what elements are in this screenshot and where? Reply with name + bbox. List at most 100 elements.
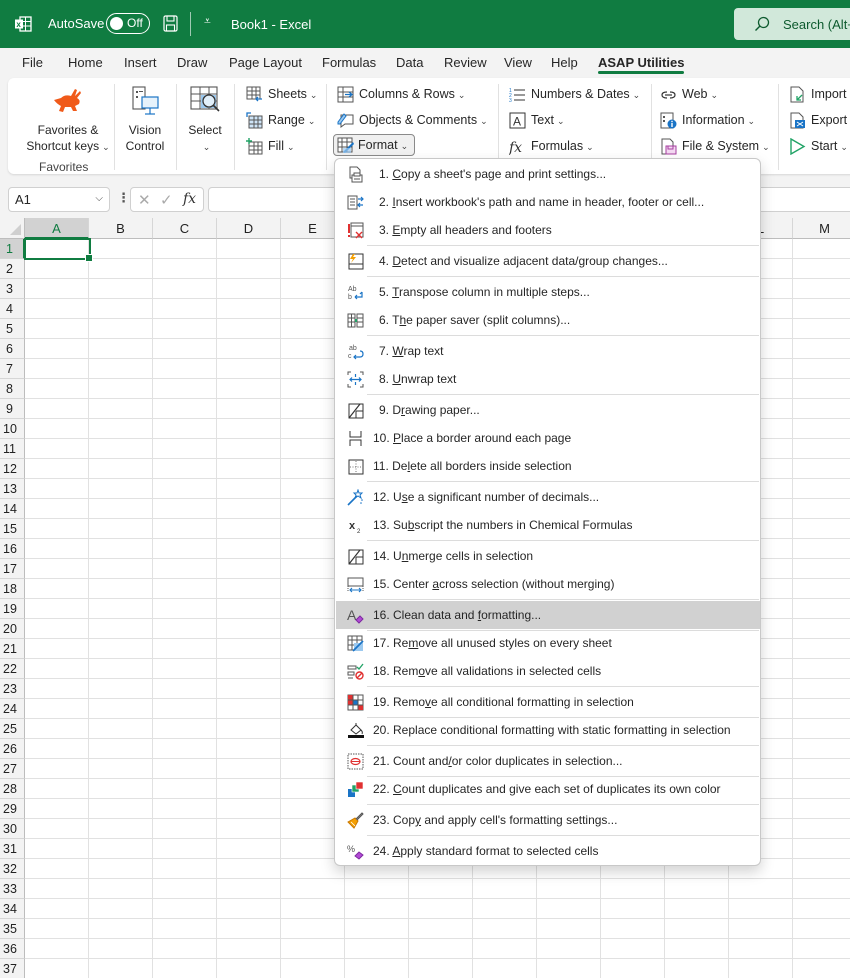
import-button[interactable]: Import⌄: [789, 83, 850, 105]
menu-item-22[interactable]: 22. Count duplicates and give each set o…: [336, 775, 760, 803]
row-header[interactable]: 36: [0, 939, 25, 959]
tab-file[interactable]: File: [22, 55, 43, 70]
row-header[interactable]: 15: [0, 519, 25, 539]
row-header[interactable]: 32: [0, 859, 25, 879]
row-header[interactable]: 10: [0, 419, 25, 439]
menu-item-9[interactable]: 9. Drawing paper...: [336, 396, 760, 424]
insert-function-icon[interactable]: fx: [183, 191, 196, 207]
tab-asap-utilities[interactable]: ASAP Utilities: [598, 55, 685, 74]
information-button[interactable]: Information ⌄: [660, 109, 755, 131]
menu-item-16[interactable]: A 16. Clean data and formatting...: [336, 601, 760, 629]
name-box[interactable]: A1 ⌵: [8, 187, 110, 212]
numbers-dates-button[interactable]: 123 Numbers & Dates ⌄: [509, 83, 640, 105]
file-system-button[interactable]: File & System ⌄: [660, 135, 770, 157]
start-button[interactable]: Start ⌄: [789, 135, 848, 157]
menu-item-24[interactable]: % 24. Apply standard format to selected c…: [336, 837, 760, 865]
row-header[interactable]: 19: [0, 599, 25, 619]
row-header[interactable]: 17: [0, 559, 25, 579]
row-header[interactable]: 20: [0, 619, 25, 639]
tab-draw[interactable]: Draw: [177, 55, 207, 70]
tab-data[interactable]: Data: [396, 55, 423, 70]
menu-item-13[interactable]: x 2 13. Subscript the numbers in Chemical …: [336, 511, 760, 539]
row-header[interactable]: 26: [0, 739, 25, 759]
save-icon[interactable]: [163, 15, 178, 32]
row-header[interactable]: 25: [0, 719, 25, 739]
menu-item-2[interactable]: 2. Insert workbook's path and name in he…: [336, 188, 760, 216]
row-header[interactable]: 28: [0, 779, 25, 799]
menu-item-18[interactable]: 18. Remove all validations in selected c…: [336, 657, 760, 685]
format-button[interactable]: Format ⌄: [333, 134, 416, 156]
row-header[interactable]: 24: [0, 699, 25, 719]
menu-item-8[interactable]: 8. Unwrap text: [336, 365, 760, 393]
select-button[interactable]: Select ⌄: [180, 86, 230, 155]
menu-item-12[interactable]: 12. Use a significant number of decimals…: [336, 483, 760, 511]
range-button[interactable]: Range ⌄: [246, 109, 315, 131]
columns-rows-button[interactable]: Columns & Rows ⌄: [337, 83, 465, 105]
row-header[interactable]: 3: [0, 279, 25, 299]
menu-item-14[interactable]: 14. Unmerge cells in selection: [336, 542, 760, 570]
menu-item-6[interactable]: 6. The paper saver (split columns)...: [336, 306, 760, 334]
more-options-icon[interactable]: ⋮: [117, 190, 130, 206]
objects-comments-button[interactable]: Objects & Comments ⌄: [337, 109, 488, 131]
column-header[interactable]: M: [793, 218, 850, 239]
autosave-toggle[interactable]: Off: [106, 13, 150, 34]
tab-help[interactable]: Help: [551, 55, 578, 70]
column-header[interactable]: B: [89, 218, 153, 239]
vision-control-button[interactable]: Vision Control: [118, 86, 172, 154]
row-header[interactable]: 8: [0, 379, 25, 399]
tab-page-layout[interactable]: Page Layout: [229, 55, 302, 70]
row-header[interactable]: 16: [0, 539, 25, 559]
search-box[interactable]: Search (Alt+Q): [734, 8, 850, 40]
text-button[interactable]: A Text ⌄: [509, 109, 564, 131]
column-header[interactable]: A: [25, 218, 89, 239]
row-header[interactable]: 18: [0, 579, 25, 599]
sheets-button[interactable]: Sheets ⌄: [246, 83, 317, 105]
row-header[interactable]: 2: [0, 259, 25, 279]
tab-home[interactable]: Home: [68, 55, 103, 70]
chevron-down-icon[interactable]: ⌵: [95, 193, 103, 204]
cancel-icon[interactable]: ✕: [138, 191, 151, 209]
row-header[interactable]: 37: [0, 959, 25, 978]
menu-item-10[interactable]: 10. Place a border around each page: [336, 424, 760, 452]
row-header[interactable]: 31: [0, 839, 25, 859]
menu-item-1[interactable]: 1. Copy a sheet's page and print setting…: [336, 160, 760, 188]
row-header[interactable]: 12: [0, 459, 25, 479]
tab-insert[interactable]: Insert: [124, 55, 157, 70]
row-header[interactable]: 7: [0, 359, 25, 379]
column-header[interactable]: C: [153, 218, 217, 239]
menu-item-19[interactable]: 19. Remove all conditional formatting in…: [336, 688, 760, 716]
tab-formulas[interactable]: Formulas: [322, 55, 376, 70]
row-header[interactable]: 1: [0, 239, 25, 259]
menu-item-21[interactable]: 21. Count and/or color duplicates in sel…: [336, 747, 760, 775]
favorites-shortcut-keys-button[interactable]: Favorites & Shortcut keys ⌄: [20, 86, 116, 155]
export-button[interactable]: Export⌄: [789, 109, 850, 131]
menu-item-23[interactable]: 23. Copy and apply cell's formatting set…: [336, 806, 760, 834]
menu-item-20[interactable]: 20. Replace conditional formatting with …: [336, 716, 760, 744]
row-header[interactable]: 9: [0, 399, 25, 419]
web-button[interactable]: Web ⌄: [660, 83, 718, 105]
tab-view[interactable]: View: [504, 55, 532, 70]
tab-review[interactable]: Review: [444, 55, 487, 70]
menu-item-11[interactable]: 11. Delete all borders inside selection: [336, 452, 760, 480]
row-header[interactable]: 11: [0, 439, 25, 459]
row-header[interactable]: 29: [0, 799, 25, 819]
menu-item-7[interactable]: ab c 7. Wrap text: [336, 337, 760, 365]
row-header[interactable]: 21: [0, 639, 25, 659]
row-header[interactable]: 27: [0, 759, 25, 779]
select-all-corner[interactable]: [0, 218, 25, 239]
customize-qat-icon[interactable]: ⩡: [204, 14, 211, 29]
active-cell-selection[interactable]: [24, 238, 93, 262]
row-header[interactable]: 4: [0, 299, 25, 319]
row-header[interactable]: 35: [0, 919, 25, 939]
row-header[interactable]: 6: [0, 339, 25, 359]
column-header[interactable]: D: [217, 218, 281, 239]
menu-item-17[interactable]: 17. Remove all unused styles on every sh…: [336, 629, 760, 657]
enter-icon[interactable]: ✓: [160, 191, 173, 209]
menu-item-15[interactable]: 15. Center across selection (without mer…: [336, 570, 760, 598]
row-header[interactable]: 14: [0, 499, 25, 519]
menu-item-3[interactable]: 3. Empty all headers and footers: [336, 216, 760, 244]
formulas-button[interactable]: fx Formulas ⌄: [509, 135, 594, 157]
row-header[interactable]: 30: [0, 819, 25, 839]
row-header[interactable]: 33: [0, 879, 25, 899]
row-header[interactable]: 22: [0, 659, 25, 679]
